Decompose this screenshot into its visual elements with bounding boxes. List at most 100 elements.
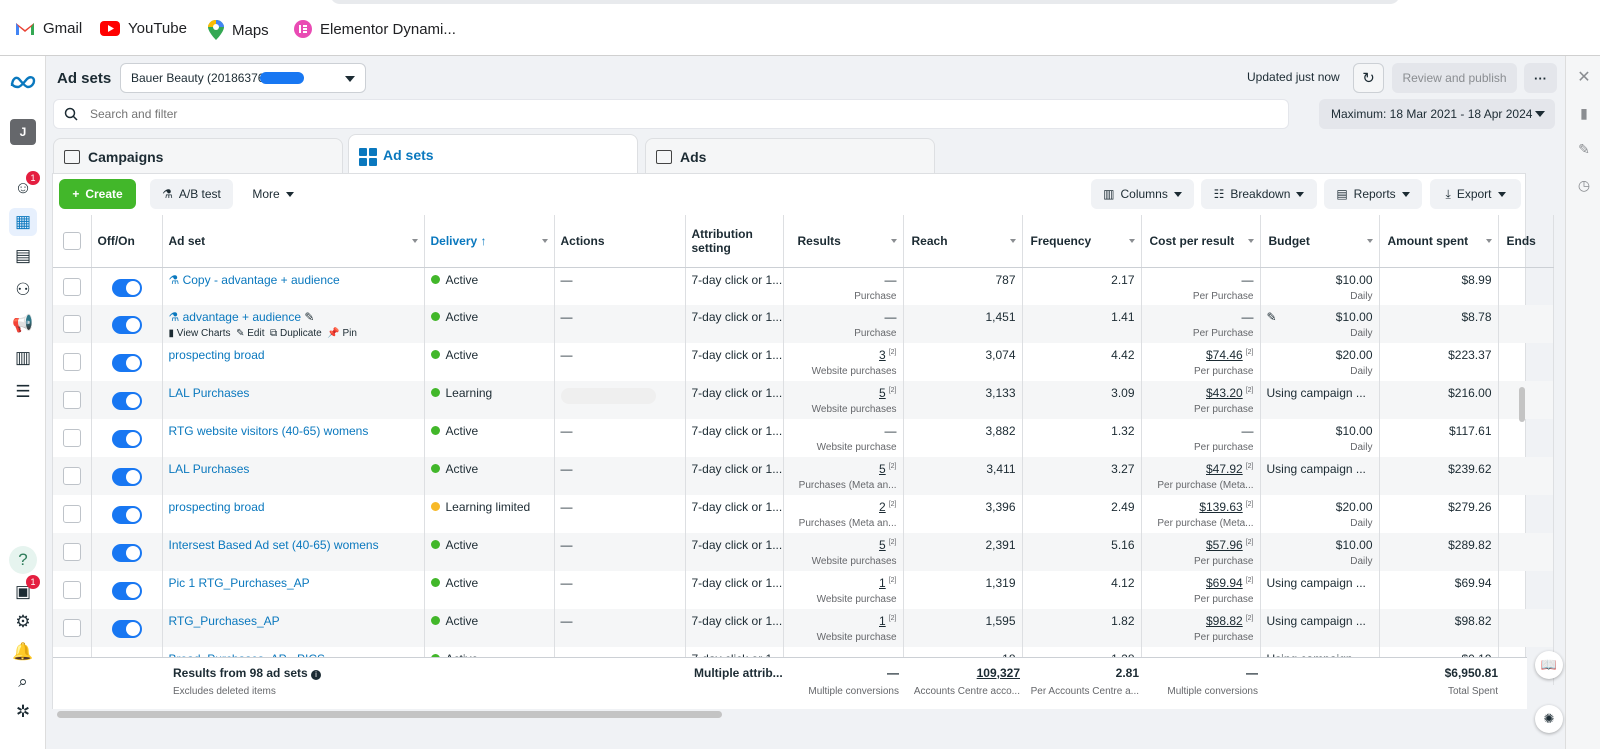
bookmark-elementor[interactable]: Elementor Dynami... [294, 20, 456, 38]
results-value[interactable]: 2 [879, 500, 886, 514]
results-value[interactable]: 1 [879, 614, 886, 628]
cpr-value[interactable]: $74.46 [1206, 348, 1243, 362]
guide-book-icon[interactable]: 📖 [1535, 651, 1563, 679]
bell-icon[interactable]: 🔔 [9, 638, 37, 666]
col-header-attribution[interactable]: Attribution setting [685, 215, 784, 268]
pages-icon[interactable]: ▤ [9, 242, 37, 270]
edit-pencil-icon[interactable]: ✎ [1575, 140, 1593, 158]
results-value[interactable]: 5 [879, 538, 886, 552]
col-header-delivery[interactable]: Delivery ↑ [424, 215, 555, 268]
export-button[interactable]: ⤓ Export [1430, 179, 1521, 209]
row-checkbox[interactable] [62, 429, 81, 447]
refresh-button[interactable]: ↻ [1353, 63, 1384, 93]
account-avatar[interactable]: J [9, 118, 37, 146]
results-value[interactable]: 5 [879, 386, 886, 400]
col-header-actions[interactable]: Actions [554, 215, 686, 268]
table-row[interactable]: LAL Purchases Learning 7-day click or 1.… [53, 381, 1554, 419]
vertical-scrollbar[interactable] [1519, 387, 1525, 422]
meta-logo-icon[interactable] [9, 68, 37, 96]
table-row[interactable]: LAL Purchases Active — 7-day click or 1.… [53, 457, 1554, 495]
ab-test-button[interactable]: ⚗ A/B test [150, 179, 233, 209]
cpr-value[interactable]: $57.96 [1206, 538, 1243, 552]
row-checkbox[interactable] [62, 467, 81, 485]
horizontal-scrollbar[interactable] [57, 711, 722, 718]
search-input[interactable] [90, 107, 690, 121]
edit-link[interactable]: ✎ Edit [236, 328, 264, 339]
on-off-toggle[interactable] [111, 620, 142, 638]
notifications-icon[interactable]: ☺ 1 [9, 171, 40, 202]
search-bar[interactable] [53, 99, 1289, 129]
on-off-toggle[interactable] [111, 278, 142, 297]
more-options-button[interactable]: ··· [1524, 63, 1557, 93]
ad-set-name-link[interactable]: RTG_Purchases_AP [169, 614, 280, 628]
tab-ads[interactable]: Ads [645, 138, 935, 174]
col-header-ends[interactable]: Ends [1498, 215, 1554, 268]
col-header-cost-per-result[interactable]: Cost per result [1141, 215, 1261, 268]
megaphone-icon[interactable]: 📢 [9, 310, 37, 338]
ad-set-name-link[interactable]: RTG website visitors (40-65) womens [169, 424, 369, 438]
col-header-frequency[interactable]: Frequency [1022, 215, 1142, 268]
table-row[interactable]: Pic 1 RTG_Purchases_AP Active — 7-day cl… [53, 571, 1554, 609]
history-icon[interactable]: ◷ [1575, 176, 1593, 194]
columns-button[interactable]: ▥ Columns [1091, 179, 1194, 209]
table-row[interactable]: ⚗ advantage + audience ✎ ▮ View Charts ✎ … [53, 305, 1554, 343]
ad-set-name-link[interactable]: advantage + audience [183, 310, 301, 324]
ad-set-name-link[interactable]: prospecting broad [169, 348, 265, 362]
ads-manager-table-icon[interactable]: ▦ [9, 208, 37, 236]
on-off-toggle[interactable] [111, 430, 142, 448]
bookmark-youtube[interactable]: YouTube [100, 20, 187, 37]
menu-icon[interactable]: ☰ [9, 378, 37, 406]
col-header-amount-spent[interactable]: Amount spent [1379, 215, 1499, 268]
table-row[interactable]: ⚗ Copy - advantage + audience Active — 7… [53, 267, 1554, 305]
results-value[interactable]: 5 [879, 462, 886, 476]
cpr-value[interactable]: $43.20 [1206, 386, 1243, 400]
cpr-value[interactable]: $98.82 [1206, 614, 1243, 628]
news-icon[interactable]: ▣ 1 [9, 575, 40, 606]
ad-set-name-link[interactable]: LAL Purchases [169, 462, 250, 476]
ai-assistant-icon[interactable]: ✺ [1535, 705, 1563, 733]
table-row[interactable]: prospecting broad Active — 7-day click o… [53, 343, 1554, 381]
col-header-off-on[interactable]: Off/On [91, 215, 163, 268]
row-checkbox[interactable] [62, 391, 81, 409]
results-value[interactable]: 3 [879, 348, 886, 362]
on-off-toggle[interactable] [111, 468, 142, 486]
view-charts-link[interactable]: ▮ View Charts [169, 328, 231, 339]
duplicate-link[interactable]: ⧉ Duplicate [270, 328, 322, 339]
row-checkbox[interactable] [62, 353, 81, 371]
ad-set-name-link[interactable]: Copy - advantage + audience [183, 273, 340, 287]
table-row[interactable]: RTG website visitors (40-65) womens Acti… [53, 419, 1554, 457]
results-value[interactable]: — [885, 424, 897, 438]
review-publish-button[interactable]: Review and publish [1392, 63, 1517, 93]
col-header-reach[interactable]: Reach [903, 215, 1023, 268]
row-checkbox[interactable] [62, 543, 81, 561]
cpr-value[interactable]: — [1242, 273, 1254, 287]
audiences-icon[interactable]: ⚇ [9, 276, 37, 304]
row-checkbox[interactable] [62, 277, 81, 296]
cpr-value[interactable]: $47.92 [1206, 462, 1243, 476]
table-row[interactable]: RTG_Purchases_AP Active — 7-day click or… [53, 609, 1554, 647]
results-value[interactable]: 1 [879, 576, 886, 590]
breakdown-button[interactable]: ☷ Breakdown [1201, 179, 1317, 209]
account-selector[interactable]: Bauer Beauty (20186376 [120, 63, 366, 93]
on-off-toggle[interactable] [111, 506, 142, 524]
search-icon[interactable]: ⌕ [9, 668, 37, 696]
ad-set-name-link[interactable]: Intersest Based Ad set (40-65) womens [169, 538, 379, 552]
on-off-toggle[interactable] [111, 582, 142, 600]
cpr-value[interactable]: — [1242, 310, 1254, 324]
bug-report-icon[interactable]: ✲ [9, 698, 37, 726]
results-value[interactable]: — [885, 273, 897, 287]
edit-budget-icon[interactable]: ✎ [1267, 310, 1277, 324]
on-off-toggle[interactable] [111, 354, 142, 372]
row-checkbox[interactable] [62, 619, 81, 637]
row-checkbox[interactable] [62, 315, 81, 333]
on-off-toggle[interactable] [111, 392, 142, 410]
help-icon[interactable]: ? [9, 546, 37, 574]
edit-pencil-icon[interactable]: ✎ [304, 310, 314, 324]
info-icon[interactable]: i [311, 670, 322, 680]
col-header-results[interactable]: Results [783, 215, 904, 268]
tab-campaigns[interactable]: Campaigns [53, 138, 343, 174]
cpr-value[interactable]: $139.63 [1199, 500, 1242, 514]
reports-button[interactable]: ▤ Reports [1324, 179, 1422, 209]
cpr-value[interactable]: $69.94 [1206, 576, 1243, 590]
bookmark-maps[interactable]: Maps [208, 20, 269, 40]
